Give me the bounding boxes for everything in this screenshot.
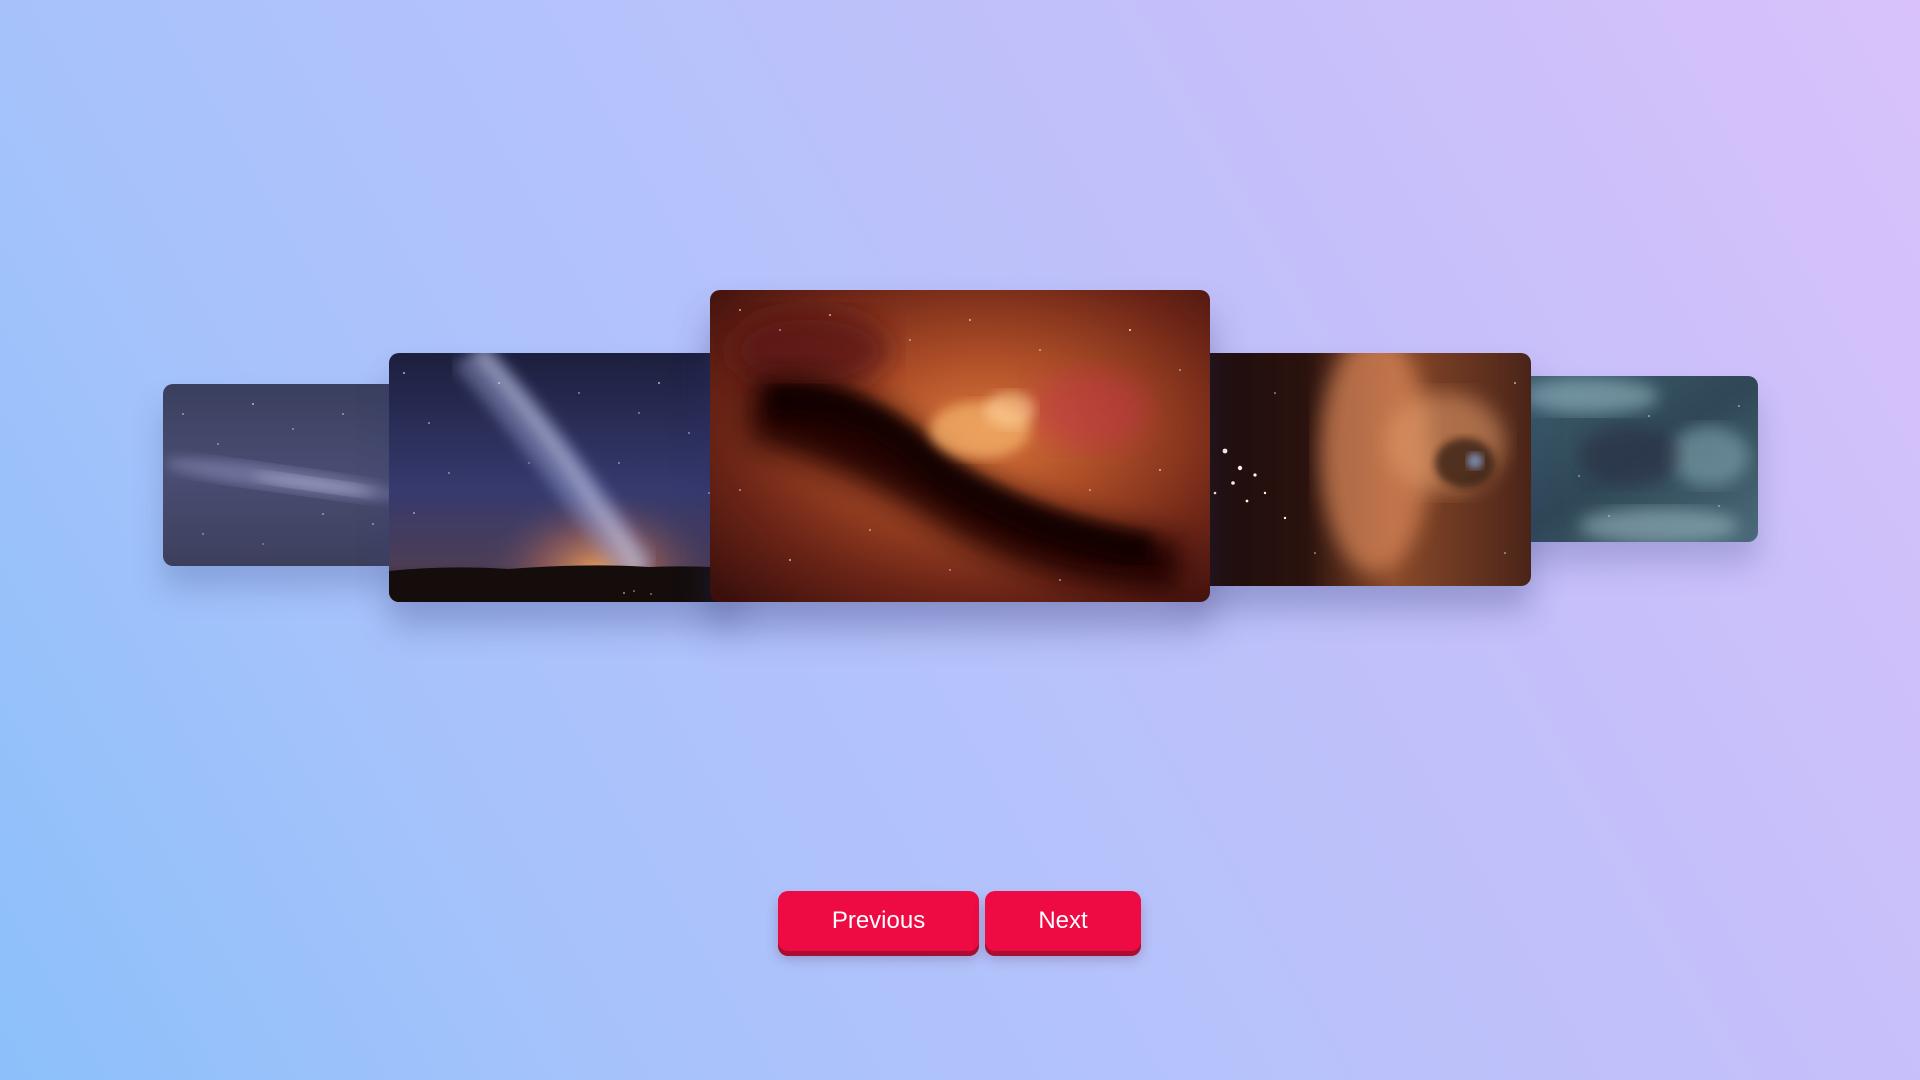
orange-nebula-image xyxy=(710,290,1210,602)
carousel-controls: Previous Next xyxy=(778,891,1141,951)
carousel-slide-right[interactable] xyxy=(1185,353,1531,586)
milky-way-landscape-image xyxy=(389,353,737,602)
carousel-slide-far-right[interactable] xyxy=(1509,376,1758,542)
carousel-slide-center[interactable] xyxy=(710,290,1210,602)
teal-nebula-image xyxy=(1509,376,1758,542)
carousel-slide-left[interactable] xyxy=(389,353,737,602)
carousel-slide-far-left[interactable] xyxy=(163,384,399,566)
next-button[interactable]: Next xyxy=(985,891,1141,951)
milky-way-distant-image xyxy=(163,384,399,566)
previous-button[interactable]: Previous xyxy=(778,891,979,951)
star-cluster-nebula-image xyxy=(1185,353,1531,586)
